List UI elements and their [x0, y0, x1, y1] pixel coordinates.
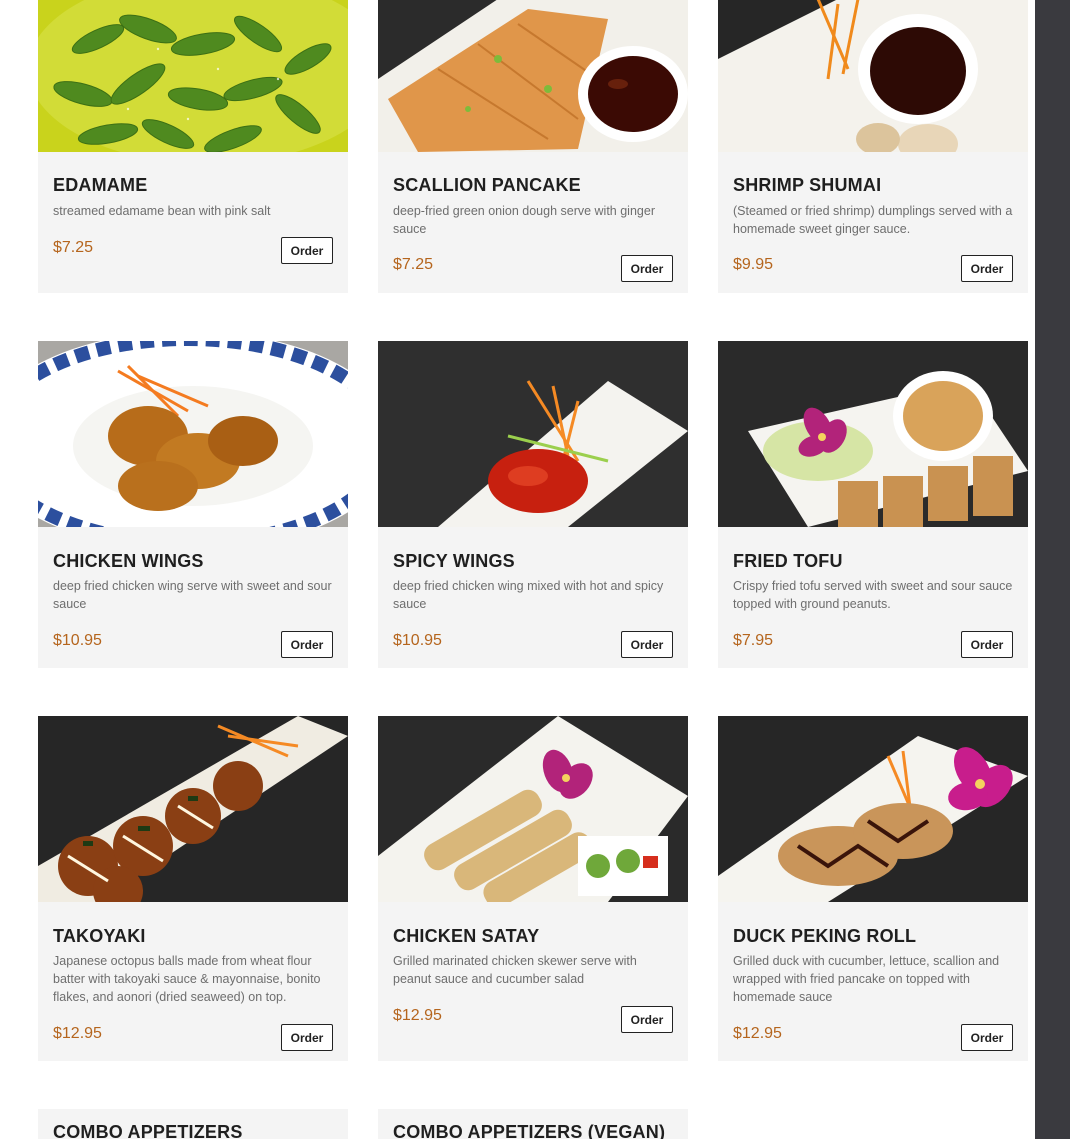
food-photo-scallion-pancake — [378, 0, 688, 152]
item-price: $10.95 — [53, 632, 102, 649]
item-price: $7.25 — [53, 239, 94, 256]
food-photo-fried-tofu — [718, 341, 1028, 527]
menu-card-chicken-wings: CHICKEN WINGS deep fried chicken wing se… — [38, 341, 348, 668]
item-description: Japanese octopus balls made from wheat f… — [53, 954, 321, 1004]
menu-page: EDAMAME streamed edamame bean with pink … — [0, 0, 1035, 1139]
item-price: $12.95 — [733, 1025, 782, 1042]
menu-card-chicken-satay: CHICKEN SATAY Grilled marinated chicken … — [378, 716, 688, 1061]
item-description: (Steamed or fried shrimp) dumplings serv… — [733, 204, 1013, 236]
order-button[interactable]: Order — [281, 631, 333, 658]
item-description: Grilled duck with cucumber, lettuce, sca… — [733, 954, 1000, 1004]
menu-card-edamame: EDAMAME streamed edamame bean with pink … — [38, 0, 348, 293]
item-description: streamed edamame bean with pink salt — [53, 204, 271, 218]
item-description: Crispy fried tofu served with sweet and … — [733, 579, 1013, 611]
food-photo-duck-peking-roll — [718, 716, 1028, 902]
item-name: SHRIMP SHUMAI — [733, 175, 882, 195]
item-description: deep fried chicken wing mixed with hot a… — [393, 579, 664, 611]
order-button[interactable]: Order — [621, 631, 673, 658]
menu-card-fried-tofu: FRIED TOFU Crispy fried tofu served with… — [718, 341, 1028, 668]
item-name: EDAMAME — [53, 175, 148, 195]
item-price: $10.95 — [393, 632, 442, 649]
item-name: TAKOYAKI — [53, 926, 146, 946]
item-name: COMBO APPETIZERS (VEGAN) — [393, 1122, 666, 1139]
order-button[interactable]: Order — [621, 1006, 673, 1033]
food-photo-chicken-wings — [38, 341, 348, 527]
order-button[interactable]: Order — [961, 1024, 1013, 1051]
item-price: $12.95 — [393, 1007, 442, 1024]
item-description: Grilled marinated chicken skewer serve w… — [393, 954, 637, 986]
order-button[interactable]: Order — [961, 255, 1013, 282]
menu-card-takoyaki: TAKOYAKI Japanese octopus balls made fro… — [38, 716, 348, 1061]
item-price: $12.95 — [53, 1025, 102, 1042]
scrollbar[interactable] — [1035, 0, 1070, 1139]
order-button[interactable]: Order — [281, 1024, 333, 1051]
item-name: CHICKEN SATAY — [393, 926, 540, 946]
menu-card-shrimp-shumai: SHRIMP SHUMAI (Steamed or fried shrimp) … — [718, 0, 1028, 293]
item-name: CHICKEN WINGS — [53, 551, 204, 571]
item-price: $9.95 — [733, 256, 774, 273]
menu-card-spicy-wings: SPICY WINGS deep fried chicken wing mixe… — [378, 341, 688, 668]
food-photo-spicy-wings — [378, 341, 688, 527]
item-name: SPICY WINGS — [393, 551, 515, 571]
menu-card-combo-appetizers: COMBO APPETIZERS — [38, 1109, 348, 1139]
item-price: $7.95 — [733, 632, 774, 649]
item-description: deep-fried green onion dough serve with … — [393, 204, 655, 236]
order-button[interactable]: Order — [621, 255, 673, 282]
item-name: COMBO APPETIZERS — [53, 1122, 243, 1139]
item-description: deep fried chicken wing serve with sweet… — [53, 579, 332, 611]
food-photo-chicken-satay — [378, 716, 688, 902]
item-name: DUCK PEKING ROLL — [733, 926, 917, 946]
food-photo-edamame — [38, 0, 348, 152]
menu-card-combo-appetizers-vegan: COMBO APPETIZERS (VEGAN) — [378, 1109, 688, 1139]
order-button[interactable]: Order — [281, 237, 333, 264]
food-photo-takoyaki — [38, 716, 348, 902]
menu-card-scallion-pancake: SCALLION PANCAKE deep-fried green onion … — [378, 0, 688, 293]
food-photo-shrimp-shumai — [718, 0, 1028, 152]
item-name: FRIED TOFU — [733, 551, 843, 571]
order-button[interactable]: Order — [961, 631, 1013, 658]
item-name: SCALLION PANCAKE — [393, 175, 581, 195]
item-price: $7.25 — [393, 256, 434, 273]
menu-card-duck-peking-roll: DUCK PEKING ROLL Grilled duck with cucum… — [718, 716, 1028, 1061]
